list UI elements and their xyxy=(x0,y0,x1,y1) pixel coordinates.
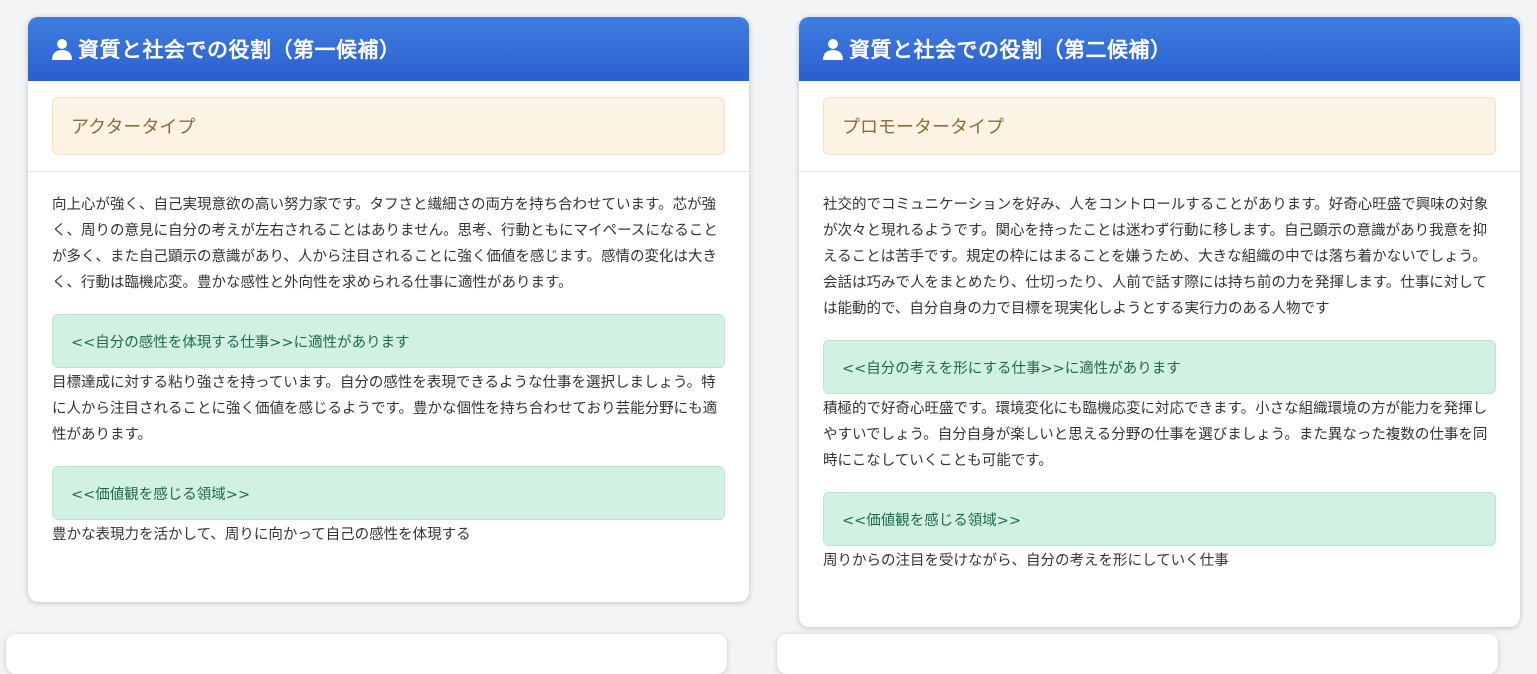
type-name-box: プロモータータイプ xyxy=(823,97,1496,155)
card-title: 資質と社会での役割（第一候補） xyxy=(78,38,401,62)
card-header: 資質と社会での役割（第一候補） xyxy=(28,17,749,81)
card-header: 資質と社会での役割（第二候補） xyxy=(799,17,1520,81)
next-card-left xyxy=(6,634,727,674)
person-icon xyxy=(52,39,72,60)
type-description: 向上心が強く、自己実現意欲の高い努力家です。タフさと繊細さの両方を持ち合わせてい… xyxy=(52,197,718,291)
suitability-text: 目標達成に対する粘り強さを持っています。自分の感性を表現できるような仕事を選択し… xyxy=(52,375,718,443)
aptitude-card-second: 資質と社会での役割（第二候補） プロモータータイプ 社交的でコミュニケーションを… xyxy=(799,17,1520,627)
card-title: 資質と社会での役割（第二候補） xyxy=(849,38,1172,62)
suitability-label: <<自分の考えを形にする仕事>>に適性があります xyxy=(823,340,1496,394)
type-section: アクタータイプ xyxy=(28,81,749,172)
value-text: 周りからの注目を受けながら、自分の考えを形にしていく仕事 xyxy=(823,553,1229,569)
aptitude-card-first: 資質と社会での役割（第一候補） アクタータイプ 向上心が強く、自己実現意欲の高い… xyxy=(28,17,749,602)
type-name-box: アクタータイプ xyxy=(52,97,725,155)
card-body: 向上心が強く、自己実現意欲の高い努力家です。タフさと繊細さの両方を持ち合わせてい… xyxy=(28,172,749,548)
type-description: 社交的でコミュニケーションを好み、人をコントロールすることがあります。好奇心旺盛… xyxy=(823,197,1489,317)
suitability-text: 積極的で好奇心旺盛です。環境変化にも臨機応変に対応できます。小さな組織環境の方が… xyxy=(823,401,1488,469)
value-label: <<価値観を感じる領域>> xyxy=(52,466,725,520)
value-text: 豊かな表現力を活かして、周りに向かって自己の感性を体現する xyxy=(52,527,471,543)
value-label: <<価値観を感じる領域>> xyxy=(823,492,1496,546)
suitability-label: <<自分の感性を体現する仕事>>に適性があります xyxy=(52,314,725,368)
next-card-right xyxy=(777,634,1498,674)
card-body: 社交的でコミュニケーションを好み、人をコントロールすることがあります。好奇心旺盛… xyxy=(799,172,1520,574)
type-section: プロモータータイプ xyxy=(799,81,1520,172)
person-icon xyxy=(823,39,843,60)
